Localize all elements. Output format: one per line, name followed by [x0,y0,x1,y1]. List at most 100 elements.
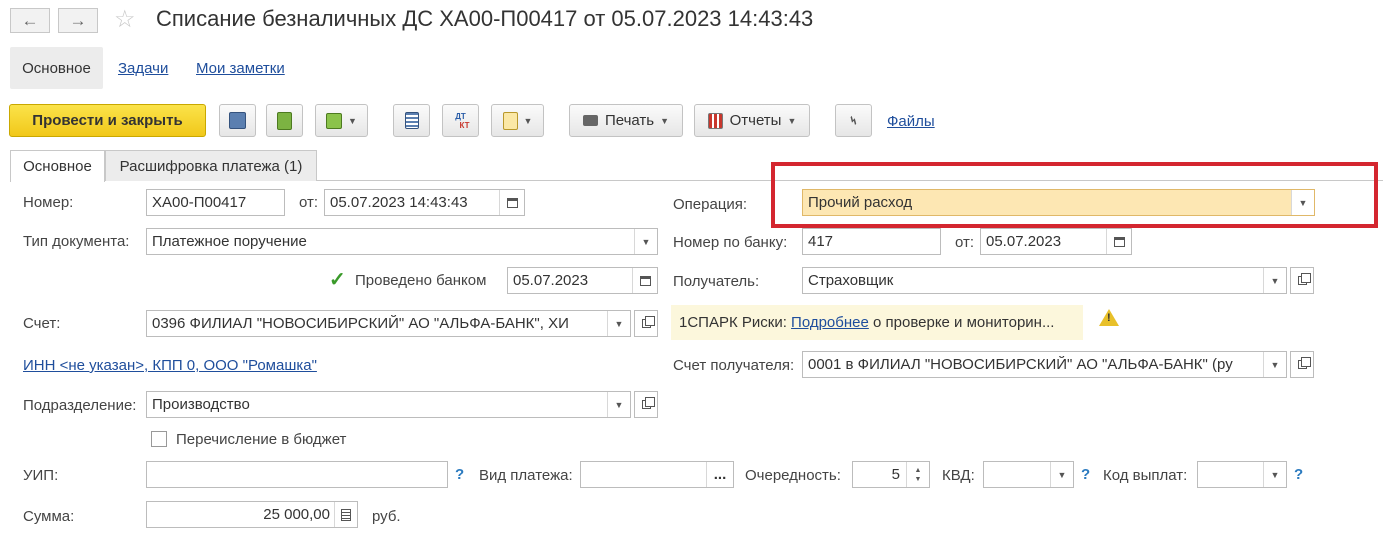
print-label: Печать [604,112,655,129]
tab-main[interactable]: Основное [10,150,105,182]
chevron-down-icon: ▼ [660,115,670,126]
calendar-icon[interactable] [499,190,524,215]
chevron-down-icon[interactable]: ▼ [607,392,630,417]
chevron-down-icon[interactable]: ▼ [1263,352,1286,377]
star-icon[interactable]: ☆ [114,5,136,34]
payment-kind-label: Вид платежа: [479,467,573,484]
section-main[interactable]: Основное [10,47,103,89]
posted-date-value: 05.07.2023 [513,272,589,289]
spark-details-link[interactable]: Подробнее [791,314,869,331]
document-clock-icon [502,111,518,130]
stepper-arrows-icon[interactable]: ▲ ▼ [906,462,929,487]
chevron-down-icon[interactable]: ▼ [1050,462,1073,487]
arrow-left-icon: ← [21,10,39,30]
attachments-button[interactable]: ▼ [491,104,544,137]
save-button[interactable] [219,104,256,137]
tab-payment-details[interactable]: Расшифровка платежа (1) [105,150,317,181]
reports-label: Отчеты [729,112,782,129]
checkmark-icon: ✓ [329,269,346,291]
number-label: Номер: [23,194,74,211]
chevron-down-icon[interactable]: ▼ [634,229,657,254]
payout-code-help-icon[interactable]: ? [1294,466,1303,483]
account-open-button[interactable] [634,310,658,337]
posted-checkbox[interactable]: ✓ [329,269,346,291]
inn-kpp-link[interactable]: ИНН <не указан>, КПП 0, ООО "Ромашка" [23,357,317,374]
date-field[interactable]: 05.07.2023 14:43:43 [324,189,525,216]
section-tasks[interactable]: Задачи [118,60,168,77]
number-field[interactable]: ХА00-П00417 [146,189,285,216]
dt-label: ДТ [455,111,466,121]
post-and-close-button[interactable]: Провести и закрыть [9,104,206,137]
warning-icon[interactable]: ! [1099,309,1119,326]
operation-label: Операция: [673,196,748,213]
reports-button[interactable]: Отчеты ▼ [694,104,810,137]
posted-date-field[interactable]: 05.07.2023 [507,267,658,294]
kvd-help-icon[interactable]: ? [1081,466,1090,483]
account-select[interactable]: 0396 ФИЛИАЛ "НОВОСИБИРСКИЙ" АО "АЛЬФА-БА… [146,310,631,337]
department-open-button[interactable] [634,391,658,418]
kt-label: КТ [459,120,470,130]
recipient-account-label: Счет получателя: [673,357,795,374]
chevron-down-icon[interactable]: ▼ [1263,268,1286,293]
department-value: Производство [152,396,250,413]
bank-date-from-label: от: [955,234,975,251]
chevron-down-icon: ▼ [523,115,533,126]
kvd-select[interactable]: ▼ [983,461,1074,488]
department-select[interactable]: Производство ▼ [146,391,631,418]
account-value: 0396 ФИЛИАЛ "НОВОСИБИРСКИЙ" АО "АЛЬФА-БА… [152,315,569,332]
doc-type-select[interactable]: Платежное поручение ▼ [146,228,658,255]
post-document-icon [277,111,292,130]
calendar-icon[interactable] [1106,229,1131,254]
account-label: Счет: [23,315,61,332]
payment-kind-field[interactable]: ... [580,461,734,488]
date-value: 05.07.2023 14:43:43 [330,194,468,211]
priority-value: 5 [891,466,900,483]
budget-checkbox[interactable] [151,431,167,447]
bank-number-field[interactable]: 417 [802,228,941,255]
currency-label: руб. [372,508,401,525]
printer-icon [582,115,598,126]
print-button[interactable]: Печать ▼ [569,104,683,137]
ellipsis-button[interactable]: ... [706,462,733,487]
recipient-label: Получатель: [673,273,760,290]
attach-file-button[interactable]: ⌁ [835,104,872,137]
doc-type-label: Тип документа: [23,233,130,250]
section-notes[interactable]: Мои заметки [196,60,285,77]
bank-date-field[interactable]: 05.07.2023 [980,228,1132,255]
files-link[interactable]: Файлы [887,113,935,130]
list-button[interactable] [393,104,430,137]
chevron-down-icon[interactable]: ▼ [1263,462,1286,487]
bank-number-value: 417 [808,233,834,250]
recipient-open-button[interactable] [1290,267,1314,294]
uip-input[interactable] [146,461,448,488]
priority-label: Очередность: [745,467,841,484]
department-label: Подразделение: [23,397,137,414]
calculator-icon[interactable] [334,502,357,527]
uip-label: УИП: [23,467,59,484]
chevron-down-icon: ▼ [787,115,797,126]
doc-type-value: Платежное поручение [152,233,307,250]
spark-prefix: 1СПАРК Риски: [679,314,787,331]
number-value: ХА00-П00417 [152,194,247,211]
chevron-down-icon[interactable]: ▼ [607,311,630,336]
budget-label: Перечисление в бюджет [176,431,347,448]
forward-button[interactable]: → [58,8,98,33]
floppy-disk-icon [229,112,246,129]
back-button[interactable]: ← [10,8,50,33]
payout-code-select[interactable]: ▼ [1197,461,1287,488]
dt-kt-button[interactable]: ДТ КТ [442,104,479,137]
sum-input[interactable]: 25 000,00 [146,501,358,528]
bank-number-label: Номер по банку: [673,234,788,251]
uip-help-icon[interactable]: ? [455,466,464,483]
recipient-account-value: 0001 в ФИЛИАЛ "НОВОСИБИРСКИЙ" АО "АЛЬФА-… [808,356,1233,373]
sum-label: Сумма: [23,508,75,525]
post-button[interactable] [266,104,303,137]
create-based-on-button[interactable]: ▼ [315,104,368,137]
recipient-value: Страховщик [808,272,894,289]
calendar-icon[interactable] [632,268,657,293]
recipient-select[interactable]: Страховщик ▼ [802,267,1287,294]
recipient-account-open-button[interactable] [1290,351,1314,378]
spark-suffix: о проверке и мониторин... [873,314,1055,331]
recipient-account-select[interactable]: 0001 в ФИЛИАЛ "НОВОСИБИРСКИЙ" АО "АЛЬФА-… [802,351,1287,378]
priority-stepper[interactable]: 5 ▲ ▼ [852,461,930,488]
